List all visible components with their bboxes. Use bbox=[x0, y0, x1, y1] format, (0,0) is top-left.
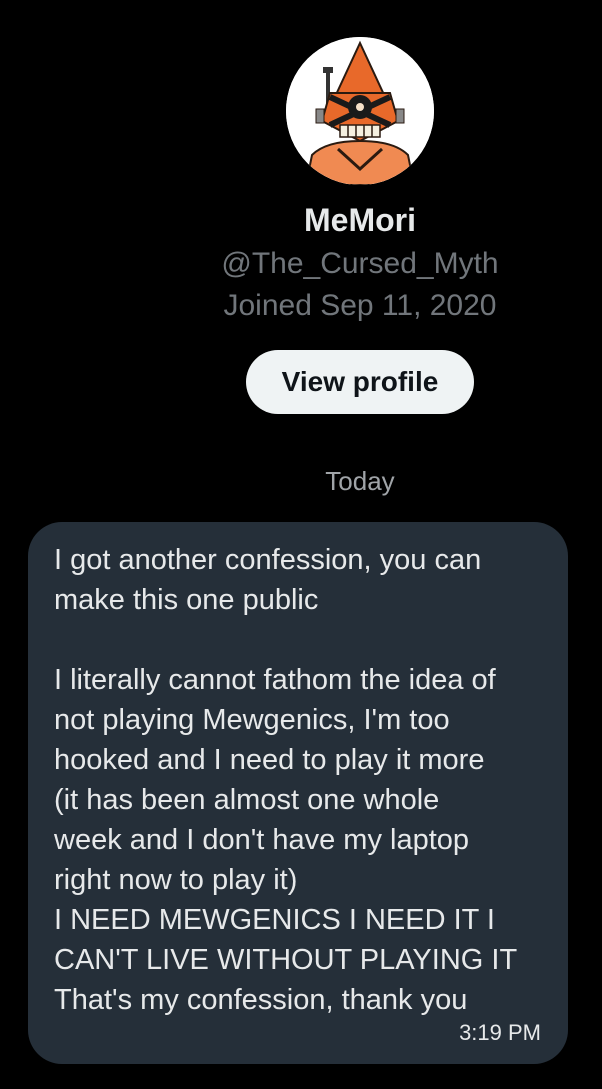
robot-avatar-icon bbox=[286, 37, 434, 185]
profile-header: MeMori @The_Cursed_Myth Joined Sep 11, 2… bbox=[0, 0, 602, 414]
display-name: MeMori bbox=[304, 202, 416, 238]
avatar[interactable] bbox=[286, 37, 434, 185]
message-timestamp: 3:19 PM bbox=[459, 1020, 541, 1045]
message-text: I got another confession, you can make t… bbox=[54, 544, 518, 1016]
day-divider: Today bbox=[325, 466, 395, 496]
message-bubble[interactable]: I got another confession, you can make t… bbox=[28, 522, 568, 1064]
view-profile-button[interactable]: View profile bbox=[246, 350, 474, 414]
user-handle: @The_Cursed_Myth bbox=[221, 247, 499, 280]
join-date: Joined Sep 11, 2020 bbox=[223, 289, 497, 322]
